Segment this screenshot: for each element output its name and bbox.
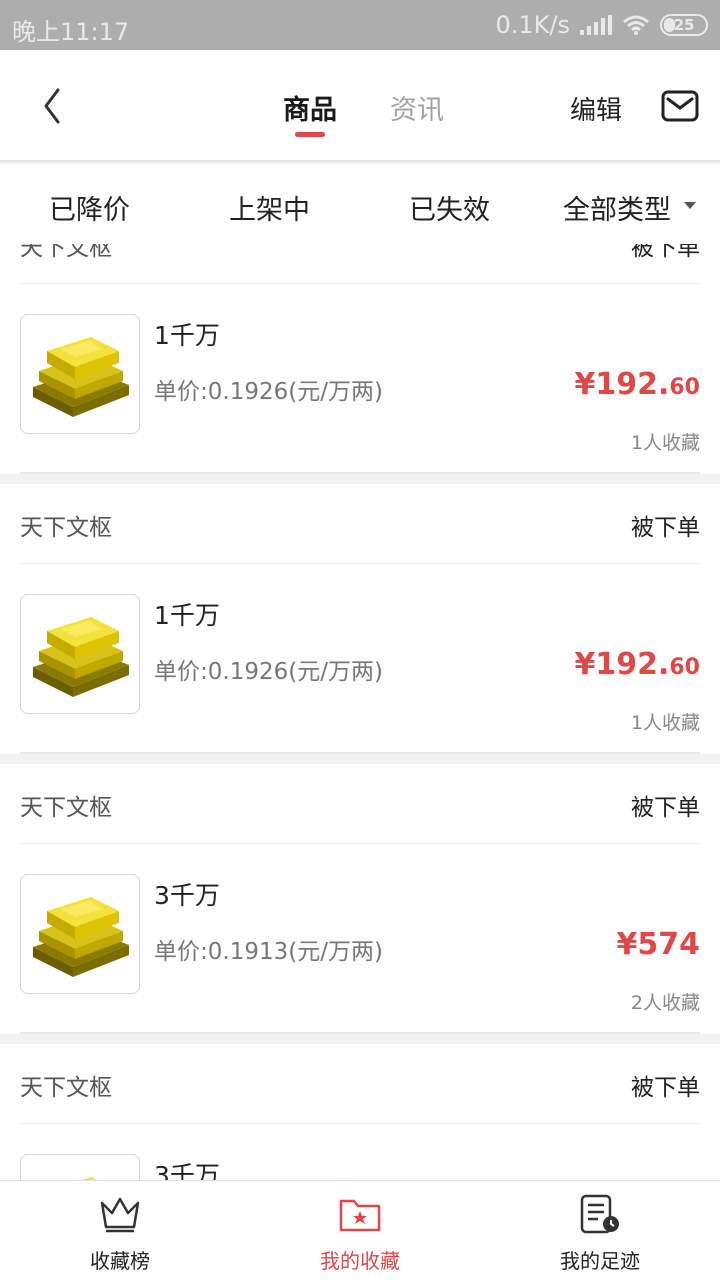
list-item[interactable]: 天下文枢 被下单 3千万 单价:0.1913(元/万两) ¥574 2人收藏 bbox=[0, 764, 720, 1034]
item-price: ¥192.60 bbox=[574, 367, 700, 402]
item-name: 1千万 bbox=[154, 321, 220, 350]
item-status: 被下单 bbox=[631, 1075, 700, 1101]
item-name: 1千万 bbox=[154, 601, 220, 630]
caret-down-icon[interactable] bbox=[684, 202, 696, 209]
top-header: 商品 资讯 编辑 bbox=[0, 50, 720, 162]
battery-icon: 25 bbox=[660, 14, 708, 36]
seller-name: 天下文枢 bbox=[20, 515, 112, 541]
filter-on-sale[interactable]: 上架中 bbox=[229, 188, 310, 227]
network-speed: 0.1K/s bbox=[495, 11, 571, 39]
filter-all-types[interactable]: 全部类型 bbox=[563, 188, 671, 227]
favorite-count: 2人收藏 bbox=[630, 992, 700, 1014]
seller-name: 天下文枢 bbox=[20, 795, 112, 821]
battery-level: 25 bbox=[673, 16, 695, 34]
item-price: ¥192.60 bbox=[574, 647, 700, 682]
active-tab-indicator bbox=[295, 132, 325, 137]
item-status: 被下单 bbox=[631, 244, 700, 261]
tab-news[interactable]: 资讯 bbox=[390, 88, 444, 127]
folder-star-icon bbox=[339, 1199, 381, 1232]
nav-ranking[interactable]: 收藏榜 bbox=[0, 1181, 240, 1280]
nav-ranking-label: 收藏榜 bbox=[90, 1249, 150, 1273]
status-time: 晚上11:17 bbox=[12, 18, 130, 46]
nav-my-favorites-label: 我的收藏 bbox=[320, 1249, 400, 1273]
mail-icon[interactable] bbox=[661, 90, 699, 122]
nav-my-history[interactable]: 我的足迹 bbox=[480, 1181, 720, 1280]
filter-expired[interactable]: 已失效 bbox=[409, 188, 490, 227]
list-item[interactable]: 天下文枢 被下单 1千万 单价:0.1926(元/万两) ¥192.60 1人收… bbox=[0, 244, 720, 474]
seller-name: 天下文枢 bbox=[20, 1075, 112, 1101]
crown-icon bbox=[100, 1197, 140, 1233]
filter-bar: 已降价 上架中 已失效 全部类型 bbox=[0, 164, 720, 244]
divider bbox=[20, 752, 700, 754]
item-name: 3千万 bbox=[154, 1161, 220, 1180]
unit-price: 单价:0.1926(元/万两) bbox=[154, 659, 383, 685]
favorite-count: 1人收藏 bbox=[630, 432, 700, 454]
price-cents: 60 bbox=[669, 655, 700, 680]
gold-bars-image bbox=[20, 594, 140, 714]
edit-button[interactable]: 编辑 bbox=[570, 90, 622, 127]
gold-bars-image bbox=[20, 314, 140, 434]
filter-price-drop[interactable]: 已降价 bbox=[49, 188, 130, 227]
item-header: 天下文枢 被下单 bbox=[20, 1044, 700, 1124]
gold-bars-icon bbox=[33, 617, 129, 697]
price-cents: 60 bbox=[669, 375, 700, 400]
list-item[interactable]: 天下文枢 被下单 1千万 单价:0.1926(元/万两) ¥192.60 1人收… bbox=[0, 484, 720, 754]
item-header: 天下文枢 被下单 bbox=[20, 244, 700, 284]
history-list-icon bbox=[580, 1194, 619, 1234]
seller-name: 天下文枢 bbox=[20, 244, 112, 261]
item-name: 3千万 bbox=[154, 881, 220, 910]
price-main: ¥192. bbox=[574, 647, 670, 682]
divider bbox=[20, 472, 700, 474]
price-main: ¥574 bbox=[616, 927, 701, 962]
price-main: ¥192. bbox=[574, 367, 670, 402]
nav-my-history-label: 我的足迹 bbox=[560, 1249, 640, 1273]
favorite-count: 1人收藏 bbox=[630, 712, 700, 734]
unit-price: 单价:0.1913(元/万两) bbox=[154, 939, 383, 965]
gold-bars-icon bbox=[33, 337, 129, 417]
unit-price: 单价:0.1926(元/万两) bbox=[154, 379, 383, 405]
item-status: 被下单 bbox=[631, 515, 700, 541]
item-price: ¥574 bbox=[617, 927, 701, 962]
item-header: 天下文枢 被下单 bbox=[20, 484, 700, 564]
back-arrow-icon[interactable] bbox=[38, 86, 68, 126]
signal-icon bbox=[580, 15, 612, 35]
list-item[interactable]: 天下文枢 被下单 3千万 bbox=[0, 1044, 720, 1180]
favorites-list-content: 天下文枢 被下单 1千万 单价:0.1926(元/万两) ¥192.60 1人收… bbox=[0, 244, 720, 1180]
status-bar: 晚上11:17 0.1K/s 25 bbox=[0, 0, 720, 50]
gold-bars-icon bbox=[81, 1177, 97, 1180]
favorites-list[interactable]: 天下文枢 被下单 1千万 单价:0.1926(元/万两) ¥192.60 1人收… bbox=[0, 244, 720, 1180]
item-status: 被下单 bbox=[631, 795, 700, 821]
gold-bars-image bbox=[20, 1154, 140, 1180]
gold-bars-icon bbox=[33, 897, 129, 977]
gold-bars-image bbox=[20, 874, 140, 994]
item-header: 天下文枢 被下单 bbox=[20, 764, 700, 844]
nav-my-favorites[interactable]: 我的收藏 bbox=[240, 1181, 480, 1280]
status-right: 0.1K/s 25 bbox=[495, 11, 708, 39]
divider bbox=[20, 1032, 700, 1034]
tab-goods[interactable]: 商品 bbox=[283, 88, 337, 127]
wifi-icon bbox=[623, 15, 649, 35]
bottom-nav: 收藏榜 我的收藏 我的足迹 bbox=[0, 1180, 720, 1280]
